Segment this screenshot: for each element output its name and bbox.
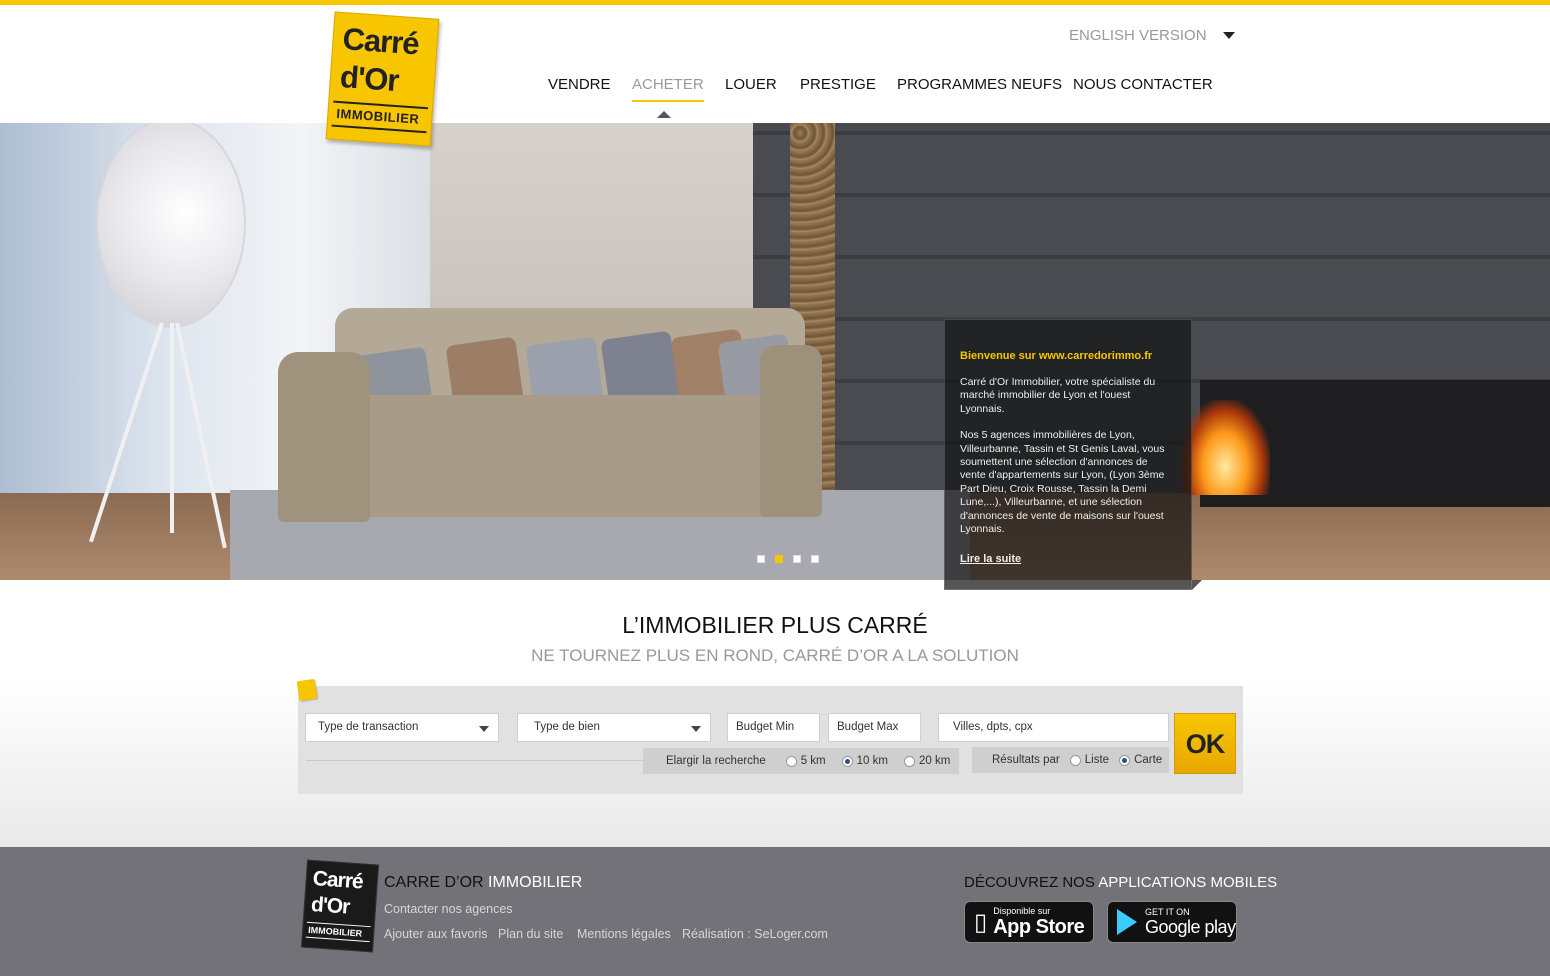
nav-active-pointer xyxy=(657,111,671,118)
location-input[interactable]: Villes, dpts, cpx xyxy=(938,713,1169,742)
google-play-big-text: Google play xyxy=(1145,916,1236,937)
radius-options: Elargir la recherche 5 km 10 km 20 km xyxy=(643,748,959,774)
radio-checked-icon xyxy=(1119,754,1131,766)
slider-dot[interactable] xyxy=(757,555,765,563)
read-more-link[interactable]: Lire la suite xyxy=(960,553,1021,565)
nav-item-nous-contacter[interactable]: NOUS CONTACTER xyxy=(1073,76,1213,100)
app-store-big-text: App Store xyxy=(993,915,1085,938)
tagline-subtitle: NE TOURNEZ PLUS EN ROND, CARRÉ D’OR A LA… xyxy=(531,646,1019,665)
welcome-paragraph-2: Nos 5 agences immobilières de Lyon, Vill… xyxy=(960,429,1165,536)
mobile-apps-suffix: APPLICATIONS MOBILES xyxy=(1098,874,1278,891)
google-play-small-text: GET IT ON xyxy=(1145,906,1190,917)
nav-item-acheter[interactable]: ACHETER xyxy=(632,76,704,102)
legal-notice-link[interactable]: Mentions légales xyxy=(577,927,671,941)
footer-logo-line-2: d'Or xyxy=(310,893,351,919)
radio-icon xyxy=(785,755,797,767)
hero-fire xyxy=(1180,400,1270,495)
radio-checked-icon xyxy=(841,755,853,767)
budget-min-input[interactable]: Budget Min xyxy=(727,713,820,742)
results-liste-label: Liste xyxy=(1084,754,1110,766)
budget-max-input[interactable]: Budget Max xyxy=(828,713,921,742)
search-form-tag xyxy=(296,678,318,702)
search-ok-button[interactable]: OK xyxy=(1174,713,1236,774)
google-play-badge[interactable]: GET IT ON Google play xyxy=(1107,901,1237,943)
mobile-apps-title: DÉCOUVREZ NOS APPLICATIONS MOBILES xyxy=(964,874,1277,891)
welcome-title: Bienvenue sur www.carredorimmo.fr xyxy=(960,350,1153,362)
footer-logo-line-3: IMMOBILIER xyxy=(305,921,371,943)
hero-slider[interactable] xyxy=(0,123,1550,580)
chevron-down-icon xyxy=(691,726,701,732)
results-carte-label: Carte xyxy=(1134,754,1163,766)
nav-item-programmes-neufs[interactable]: PROGRAMMES NEUFS xyxy=(897,76,1062,100)
contact-agencies-link[interactable]: Contacter nos agences xyxy=(384,902,513,916)
chevron-down-icon xyxy=(479,726,489,732)
radius-10km[interactable]: 10 km xyxy=(841,755,888,767)
radio-icon xyxy=(903,755,915,767)
radio-icon xyxy=(1069,754,1081,766)
sitemap-link[interactable]: Plan du site xyxy=(498,927,563,941)
slider-dot-active[interactable] xyxy=(775,555,783,563)
footer-company-prefix: CARRE D’OR xyxy=(384,874,484,891)
google-play-icon xyxy=(1117,909,1137,935)
language-label: ENGLISH VERSION xyxy=(1069,27,1207,44)
radius-20km-label: 20 km xyxy=(918,755,951,767)
radius-5km[interactable]: 5 km xyxy=(785,755,826,767)
results-liste[interactable]: Liste xyxy=(1069,754,1110,766)
results-label: Résultats par xyxy=(992,754,1060,766)
search-divider xyxy=(306,760,643,761)
results-carte[interactable]: Carte xyxy=(1119,754,1162,766)
radius-20km[interactable]: 20 km xyxy=(903,755,951,767)
logo-line-3: IMMOBILIER xyxy=(331,100,429,134)
footer-logo[interactable]: Carré d'Or IMMOBILIER xyxy=(301,859,379,953)
header xyxy=(0,5,1550,123)
transaction-type-select[interactable]: Type de transaction xyxy=(305,713,499,742)
logo-line-2: d'Or xyxy=(338,59,400,99)
credits-link[interactable]: Réalisation : SeLoger.com xyxy=(682,927,828,941)
logo-line-1: Carré xyxy=(341,21,420,62)
welcome-panel: Bienvenue sur www.carredorimmo.fr Carré … xyxy=(944,319,1192,590)
hero-lamp xyxy=(96,123,246,328)
nav-item-prestige[interactable]: PRESTIGE xyxy=(800,76,876,100)
nav-item-vendre[interactable]: VENDRE xyxy=(548,76,611,100)
slider-dots xyxy=(757,555,819,563)
property-type-label: Type de bien xyxy=(534,721,600,733)
app-store-badge[interactable]: ▯ Disponible sur App Store xyxy=(964,901,1094,943)
transaction-type-label: Type de transaction xyxy=(318,721,419,733)
app-store-small-text: Disponible sur xyxy=(993,905,1051,916)
slider-dot[interactable] xyxy=(811,555,819,563)
tagline-title: L’IMMOBILIER PLUS CARRÉ xyxy=(622,612,928,638)
chevron-down-icon xyxy=(1222,32,1235,39)
hero-sofa-arm xyxy=(760,345,822,517)
footer-company-suffix: IMMOBILIER xyxy=(488,874,583,891)
brand-logo[interactable]: Carré d'Or IMMOBILIER xyxy=(325,11,440,147)
phone-icon: ▯ xyxy=(974,908,988,936)
nav-item-louer[interactable]: LOUER xyxy=(725,76,777,100)
slider-dot[interactable] xyxy=(793,555,801,563)
hero-sofa-arm xyxy=(278,352,370,522)
property-type-select[interactable]: Type de bien xyxy=(517,713,711,742)
add-favorites-link[interactable]: Ajouter aux favoris xyxy=(384,927,488,941)
welcome-paragraph-1: Carré d'Or Immobilier, votre spécialiste… xyxy=(960,376,1156,415)
footer-company-title: CARRE D’OR IMMOBILIER xyxy=(384,874,582,892)
footer xyxy=(0,847,1550,976)
radius-10km-label: 10 km xyxy=(856,755,888,767)
hero-lamp-leg xyxy=(170,323,174,533)
welcome-panel-corner xyxy=(1192,580,1202,590)
results-options: Résultats par Liste Carte xyxy=(972,747,1169,773)
mobile-apps-prefix: DÉCOUVREZ NOS xyxy=(964,874,1095,891)
footer-logo-line-1: Carré xyxy=(312,867,364,894)
language-selector[interactable]: ENGLISH VERSION xyxy=(1069,27,1235,44)
radius-5km-label: 5 km xyxy=(800,755,826,767)
radius-label: Elargir la recherche xyxy=(666,755,766,767)
